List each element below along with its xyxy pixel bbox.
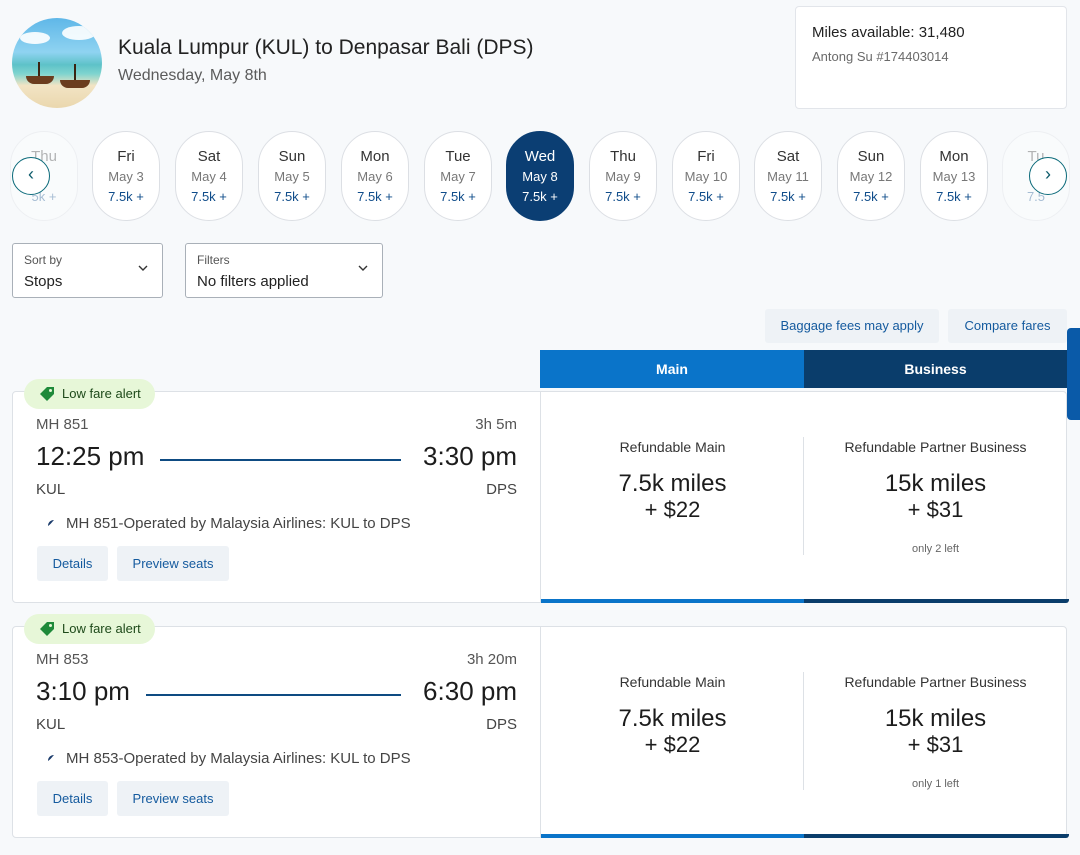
arrival-airport: DPS <box>486 716 517 733</box>
flight-info: MH 851 3h 5m 12:25 pm 3:30 pm KUL DPS MH… <box>13 392 540 602</box>
sort-label: Sort by <box>24 253 63 267</box>
arrival-airport: DPS <box>486 481 517 498</box>
seats-left: only 2 left <box>911 543 960 555</box>
alert-text: Low fare alert <box>62 621 141 636</box>
operator-text: MH 851-Operated by Malaysia Airlines: KU… <box>66 515 411 532</box>
previous-dates-button[interactable]: ‹ <box>12 157 50 195</box>
departure-time: 3:10 pm <box>36 676 130 706</box>
departure-airport: KUL <box>36 481 66 498</box>
business-fare-bar <box>804 599 1069 603</box>
compare-fares-link[interactable]: Compare fares <box>948 309 1067 343</box>
date-option[interactable]: Mon May 6 7.5k + <box>341 131 409 221</box>
fare-miles: 7.5k miles <box>618 470 727 497</box>
low-fare-alert-badge: Low fare alert <box>24 614 155 644</box>
route-line <box>146 694 401 696</box>
fare-cash: + $31 <box>907 497 964 522</box>
main-fare-option[interactable]: Refundable Main 7.5k miles + $22 <box>541 392 804 602</box>
fare-options: Refundable Main 7.5k miles + $22 Refunda… <box>540 627 1069 838</box>
flight-number: MH 851 <box>36 416 89 433</box>
business-fare-option[interactable]: Refundable Partner Business 15k miles + … <box>804 627 1067 837</box>
airline-logo-icon <box>48 755 54 761</box>
feedback-tab[interactable] <box>1067 328 1080 420</box>
preview-seats-button[interactable]: Preview seats <box>117 781 229 816</box>
flight-info: MH 853 3h 20m 3:10 pm 6:30 pm KUL DPS MH… <box>13 627 540 837</box>
main-fare-bar <box>541 599 804 603</box>
alert-text: Low fare alert <box>62 386 141 401</box>
flight-duration: 3h 5m <box>475 416 517 433</box>
fare-miles: 15k miles <box>884 705 987 732</box>
tab-business-cabin[interactable]: Business <box>804 350 1067 388</box>
details-button[interactable]: Details <box>37 546 108 581</box>
date-option[interactable]: Sun May 12 7.5k + <box>837 131 905 221</box>
fare-options: Refundable Main 7.5k miles + $22 Refunda… <box>540 392 1069 603</box>
date-option[interactable]: Sat May 11 7.5k + <box>754 131 822 221</box>
sort-dropdown[interactable]: Sort by Stops <box>12 243 163 298</box>
next-dates-button[interactable]: › <box>1029 157 1067 195</box>
departure-airport: KUL <box>36 716 66 733</box>
arrival-time: 6:30 pm <box>423 676 517 706</box>
tag-icon <box>40 622 54 636</box>
flight-number: MH 853 <box>36 651 89 668</box>
preview-seats-button[interactable]: Preview seats <box>117 546 229 581</box>
route-line <box>160 459 401 461</box>
business-fare-bar <box>804 834 1069 838</box>
miles-available: Miles available: 31,480 <box>812 24 965 41</box>
fare-miles: 15k miles <box>884 470 987 497</box>
seats-left: only 1 left <box>911 778 960 790</box>
chevron-down-icon <box>358 265 368 271</box>
sort-value: Stops <box>24 273 63 290</box>
date-option[interactable]: Fri May 3 7.5k + <box>92 131 160 221</box>
fare-name: Refundable Main <box>619 439 726 455</box>
date-option[interactable]: Sat May 4 7.5k + <box>175 131 243 221</box>
low-fare-alert-badge: Low fare alert <box>24 379 155 409</box>
date-option[interactable]: Sun May 5 7.5k + <box>258 131 326 221</box>
airline-logo-icon <box>48 520 54 526</box>
fare-name: Refundable Partner Business <box>844 439 1027 455</box>
flight-duration: 3h 20m <box>466 651 517 668</box>
main-fare-bar <box>541 834 804 838</box>
date-option[interactable]: Fri May 10 7.5k + <box>672 131 740 221</box>
fare-cash: + $31 <box>907 732 964 757</box>
date-option[interactable]: Mon May 13 7.5k + <box>920 131 988 221</box>
fare-name: Refundable Partner Business <box>844 674 1027 690</box>
date-option[interactable]: Tue May 7 7.5k + <box>424 131 492 221</box>
fare-cash: + $22 <box>644 497 701 522</box>
chevron-right-icon: › <box>1045 164 1051 184</box>
route-title: Kuala Lumpur (KUL) to Denpasar Bali (DPS… <box>118 36 534 59</box>
flight-card: MH 851 3h 5m 12:25 pm 3:30 pm KUL DPS MH… <box>12 391 1069 603</box>
tab-main-cabin[interactable]: Main <box>540 350 804 388</box>
fare-name: Refundable Main <box>619 674 726 690</box>
chevron-down-icon <box>138 265 148 271</box>
chevron-left-icon: ‹ <box>28 164 34 184</box>
business-fare-option[interactable]: Refundable Partner Business 15k miles + … <box>804 392 1067 602</box>
departure-time: 12:25 pm <box>36 441 145 471</box>
flight-card: MH 853 3h 20m 3:10 pm 6:30 pm KUL DPS MH… <box>12 626 1069 838</box>
date-option-selected[interactable]: Wed May 8 7.5k + <box>506 131 574 221</box>
filters-dropdown[interactable]: Filters No filters applied <box>185 243 383 298</box>
filters-label: Filters <box>197 253 230 267</box>
fare-miles: 7.5k miles <box>618 705 727 732</box>
destination-photo <box>12 18 102 108</box>
date-option[interactable]: Thu May 9 7.5k + <box>589 131 657 221</box>
travel-date: Wednesday, May 8th <box>118 67 267 84</box>
fare-cash: + $22 <box>644 732 701 757</box>
member-name: Antong Su #174403014 <box>812 49 949 64</box>
miles-summary: Miles available: 31,480 Antong Su #17440… <box>795 6 1067 109</box>
baggage-fees-link[interactable]: Baggage fees may apply <box>765 309 939 343</box>
tag-icon <box>40 387 54 401</box>
arrival-time: 3:30 pm <box>423 441 517 471</box>
filters-value: No filters applied <box>197 273 309 290</box>
main-fare-option[interactable]: Refundable Main 7.5k miles + $22 <box>541 627 804 837</box>
details-button[interactable]: Details <box>37 781 108 816</box>
operator-text: MH 853-Operated by Malaysia Airlines: KU… <box>66 750 411 767</box>
